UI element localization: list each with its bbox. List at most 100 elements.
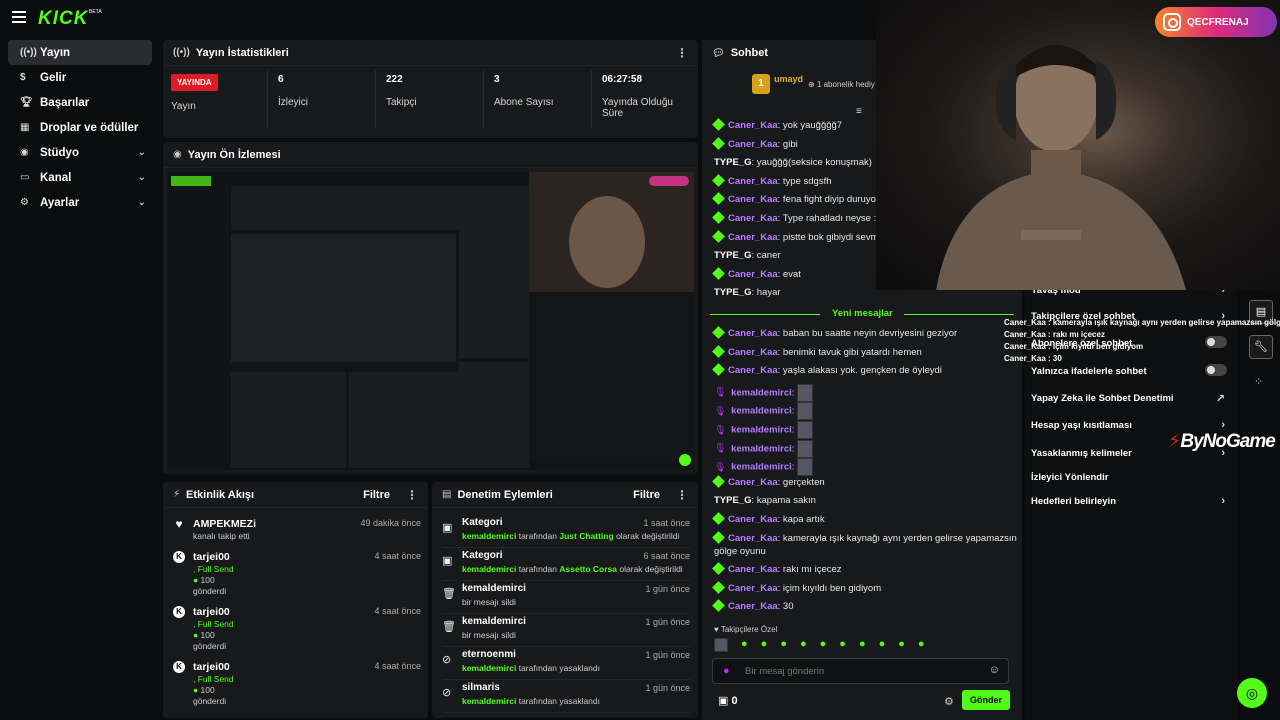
chat-username[interactable]: kemaldemirci: [731, 387, 792, 398]
chat-message[interactable]: Caner_Kaa: gibi: [712, 136, 798, 150]
chat-message[interactable]: Caner_Kaa: pistte bok gibiydi sevmedi: [712, 229, 891, 243]
activity-item[interactable]: K tarjei00 4 saat önce , Full Send ● 100 g…: [173, 551, 421, 601]
emote-icon[interactable]: ●: [859, 638, 866, 652]
setting-ai-moderation[interactable]: Yapay Zeka ile Sohbet Denetimi ↗: [1031, 393, 1231, 405]
chat-message[interactable]: Caner_Kaa: yok yauğğğğ7: [712, 118, 842, 131]
activity-item[interactable]: K tarjei00 4 saat önce , Full Send ● 100 g…: [173, 606, 421, 656]
chat-message[interactable]: Caner_Kaa: kamerayla ışık kaynağı aynı y…: [712, 530, 1017, 544]
chat-username[interactable]: Caner_Kaa: [728, 176, 778, 187]
sidebar-item-ayarlar[interactable]: ⚙ Ayarlar ⌄: [8, 190, 152, 215]
chat-message[interactable]: 🎙︎ kemaldemirci:: [714, 383, 814, 402]
chat-username[interactable]: TYPE_G: [714, 495, 752, 506]
pinned-user[interactable]: umayd: [774, 74, 803, 84]
chat-username[interactable]: TYPE_G: [714, 250, 752, 261]
moderation-item[interactable]: ▣ Kategori 1 saat önce kemaldemirci tara…: [442, 515, 690, 548]
chat-message[interactable]: TYPE_G: kapama sakın: [714, 495, 816, 506]
setting-raid[interactable]: İzleyici Yönlendir: [1031, 472, 1231, 483]
emote-icon[interactable]: ●: [800, 638, 807, 652]
dots-cluster-icon[interactable]: ⁘: [1254, 375, 1263, 388]
chat-message[interactable]: Caner_Kaa: rakı mı içecez: [712, 562, 842, 575]
chat-username[interactable]: TYPE_G: [714, 157, 752, 168]
emote-icon[interactable]: ●: [898, 638, 905, 652]
chat-username[interactable]: kemaldemirci: [731, 443, 792, 454]
setting-emotes-only[interactable]: Yalnızca ifadelerle sohbet: [1031, 364, 1231, 377]
filter-icon[interactable]: ≡: [856, 106, 862, 117]
chat-input[interactable]: [745, 663, 975, 679]
kick-logo[interactable]: KICK: [38, 8, 88, 30]
chat-message[interactable]: Caner_Kaa: type sdgsfh: [712, 173, 832, 187]
chat-message[interactable]: Caner_Kaa: Type rahatladı neyse :D: [712, 211, 883, 224]
chat-message[interactable]: Caner_Kaa: kapa artık: [712, 512, 825, 525]
chat-message[interactable]: 🎙︎ kemaldemirci:: [714, 439, 814, 458]
emote-icon[interactable]: ●: [879, 638, 886, 652]
chat-username[interactable]: Caner_Kaa: [728, 347, 778, 358]
chat-username[interactable]: Caner_Kaa: [728, 194, 778, 205]
chat-message[interactable]: Caner_Kaa: benimki tavuk gibi yatardı he…: [712, 344, 922, 358]
chat-username[interactable]: Caner_Kaa: [728, 139, 778, 150]
more-options-icon[interactable]: ⋮: [676, 488, 688, 502]
chat-username[interactable]: Caner_Kaa: [728, 328, 778, 339]
emoji-icon[interactable]: ☺: [989, 664, 1000, 676]
chat-message[interactable]: gölge oyunu: [714, 546, 766, 557]
sidebar-item-basarilar[interactable]: 🏆︎ Başarılar: [8, 90, 152, 115]
emote-icon[interactable]: ●: [839, 638, 846, 652]
channel-points[interactable]: ▣ 0: [718, 694, 738, 707]
chat-message[interactable]: TYPE_G: yauğğğ(seksice konuşmak): [714, 157, 872, 168]
more-options-icon[interactable]: ⋮: [406, 488, 418, 502]
chat-message[interactable]: Caner_Kaa: gerçekten: [712, 474, 825, 488]
moderation-item[interactable]: ⊘ eternoenmi 1 gün önce kemaldemirci tar…: [442, 647, 690, 680]
sidebar-item-droplar[interactable]: ▦ Droplar ve ödüller: [8, 115, 152, 140]
chat-username[interactable]: TYPE_G: [714, 287, 752, 298]
chat-username[interactable]: Caner_Kaa: [728, 365, 778, 376]
filter-button[interactable]: Filtre: [633, 489, 660, 501]
sidebar-item-kanal[interactable]: ▭ Kanal ⌄: [8, 165, 152, 190]
chat-message[interactable]: Caner_Kaa: yaşla alakası yok. gençken de…: [712, 363, 942, 376]
moderation-item[interactable]: 🗑︎ kemaldemirci 1 gün önce bir mesajı si…: [442, 581, 690, 614]
chat-message[interactable]: 🎙︎ kemaldemirci:: [714, 402, 814, 421]
chat-message[interactable]: TYPE_G: hayar: [714, 287, 781, 298]
chat-username[interactable]: Caner_Kaa: [728, 477, 778, 488]
chat-settings-icon[interactable]: ⚙: [944, 695, 954, 708]
chat-username[interactable]: Caner_Kaa: [728, 120, 778, 131]
support-icon[interactable]: ◎: [1237, 678, 1267, 708]
stream-preview-video[interactable]: [167, 172, 694, 470]
activity-item[interactable]: K tarjei00 4 saat önce , Full Send ● 100 g…: [173, 661, 421, 711]
chat-username[interactable]: Caner_Kaa: [728, 213, 778, 224]
chat-username[interactable]: Caner_Kaa: [728, 583, 778, 594]
moderation-item[interactable]: ⊘ silmaris 1 gün önce kemaldemirci taraf…: [442, 680, 690, 713]
chat-message[interactable]: 🎙︎ kemaldemirci:: [714, 458, 814, 477]
chat-input-box[interactable]: ● ☺: [712, 658, 1009, 684]
emote-icon[interactable]: ●: [918, 638, 925, 652]
chat-username[interactable]: Caner_Kaa: [728, 269, 778, 280]
setting-goals[interactable]: Hedefleri belirleyin ›: [1031, 495, 1231, 507]
moderation-item[interactable]: 🗑︎ kemaldemirci 1 gün önce bir mesajı si…: [442, 614, 690, 647]
chat-message[interactable]: Caner_Kaa: baban bu saatte neyin devriye…: [712, 326, 957, 339]
chat-username[interactable]: kemaldemirci: [731, 462, 792, 473]
sidebar-item-studyo[interactable]: ◉ Stüdyo ⌄: [8, 140, 152, 165]
more-options-icon[interactable]: ⋮: [676, 46, 688, 60]
moderation-item[interactable]: ▣ Kategori 6 saat önce kemaldemirci tara…: [442, 548, 690, 581]
chat-username[interactable]: kemaldemirci: [731, 406, 792, 417]
chat-message[interactable]: Caner_Kaa: evat: [712, 266, 801, 280]
sidebar-item-gelir[interactable]: $ Gelir: [8, 65, 152, 90]
chat-message[interactable]: Caner_Kaa: fena fight diyip duruyon 8: [712, 192, 889, 205]
emote-icon[interactable]: ●: [780, 638, 787, 652]
chat-message[interactable]: TYPE_G: caner: [714, 250, 781, 261]
filter-button[interactable]: Filtre: [363, 489, 390, 501]
sidebar-item-yayin[interactable]: ((•)) Yayın: [8, 40, 152, 65]
activity-item[interactable]: ♥ AMPEKMEZi 49 dakika önce kanalı takip …: [173, 518, 421, 548]
chat-username[interactable]: kemaldemirci: [731, 425, 792, 436]
chat-username[interactable]: Caner_Kaa: [728, 232, 778, 243]
chat-username[interactable]: Caner_Kaa: [728, 533, 778, 544]
chat-username[interactable]: Caner_Kaa: [728, 601, 778, 612]
chat-message[interactable]: 🎙︎ kemaldemirci:: [714, 421, 814, 439]
chat-message[interactable]: Caner_Kaa: içim kıyıldı ben gidiyom: [712, 580, 881, 594]
emote-icon[interactable]: ●: [761, 638, 768, 652]
chat-message[interactable]: Caner_Kaa: 30: [712, 599, 794, 612]
emote-icon[interactable]: ●: [741, 638, 748, 652]
send-button[interactable]: Gönder: [962, 690, 1010, 710]
chat-username[interactable]: Caner_Kaa: [728, 564, 778, 575]
chat-username[interactable]: Caner_Kaa: [728, 514, 778, 525]
emote-icon[interactable]: [714, 638, 728, 652]
menu-icon[interactable]: [12, 11, 26, 25]
